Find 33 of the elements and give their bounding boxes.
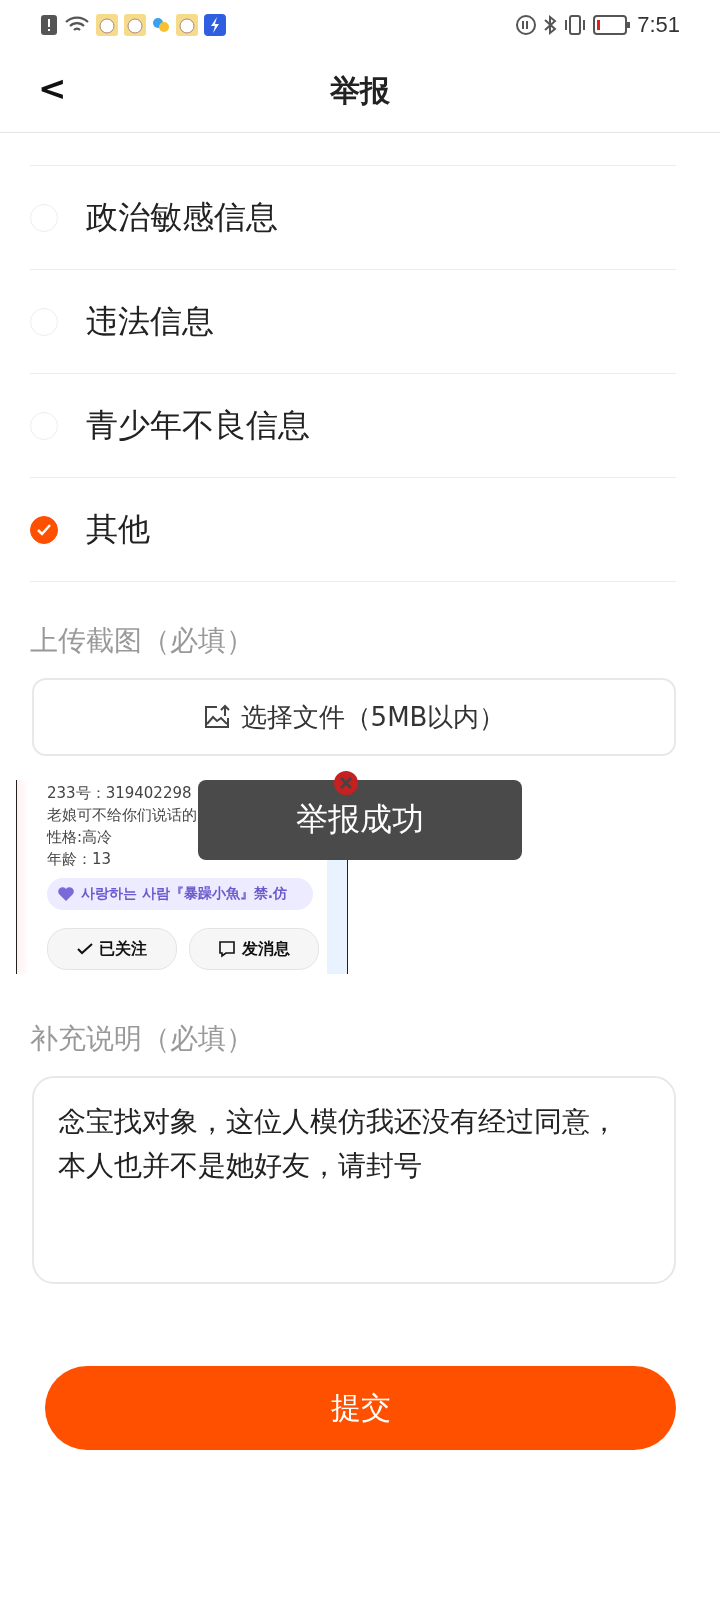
pinwheel-icon (152, 16, 170, 34)
alert-icon (40, 14, 58, 36)
heart-icon (57, 886, 75, 902)
reason-label: 其他 (85, 508, 150, 550)
cartoon-app-icon (176, 14, 198, 36)
bluetooth-icon (543, 14, 558, 36)
reason-label: 青少年不良信息 (85, 404, 310, 446)
user-age: 年龄：13 (47, 849, 112, 870)
image-upload-icon (202, 704, 231, 730)
clock-time: 7:51 (637, 12, 680, 38)
radio-button[interactable] (30, 515, 58, 544)
choose-file-button[interactable]: 选择文件（5MB以内） (32, 678, 676, 756)
user-bio: 老娘可不给你们说话的 (47, 805, 197, 826)
toast-message: 举报成功 (198, 780, 522, 860)
back-button[interactable]: < (30, 68, 75, 108)
reason-label: 政治敏感信息 (85, 196, 278, 238)
battery-icon (593, 14, 632, 36)
check-icon (77, 943, 93, 955)
check-icon (36, 522, 52, 537)
chat-icon (218, 940, 236, 958)
data-saver-icon (515, 14, 538, 36)
cartoon-app-icon (124, 14, 146, 36)
cartoon-app-icon (96, 14, 118, 36)
vibrate-icon (563, 14, 588, 36)
section-label: 上传截图（必填） (29, 623, 255, 659)
user-trait: 性格:高冷 (47, 827, 113, 848)
lightning-app-icon (204, 14, 226, 36)
user-id: 233号：319402298 (47, 783, 192, 804)
reason-label: 违法信息 (85, 300, 214, 342)
section-label: 补充说明（必填） (29, 1021, 255, 1057)
description-field[interactable]: 念宝找对象，这位人模仿我还没有经过同意，本人也并不是她好友，请封号 (32, 1076, 676, 1284)
page-title: 举报 (330, 71, 390, 110)
relation-text: 사랑하는 사람『暴躁小魚』禁.仿 (81, 885, 288, 903)
